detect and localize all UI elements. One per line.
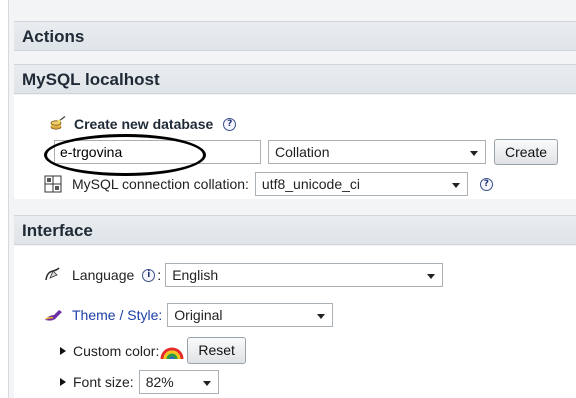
language-select-value: English: [172, 267, 219, 283]
chevron-down-icon: [427, 274, 436, 279]
database-wand-icon: [50, 115, 66, 132]
create-db-row: Create new database ?: [50, 115, 237, 132]
connection-collation-row: MySQL connection collation: utf8_unicode…: [44, 172, 493, 196]
connection-collation-value: utf8_unicode_ci: [261, 176, 360, 192]
help-icon[interactable]: i: [142, 268, 156, 282]
help-icon[interactable]: ?: [479, 177, 493, 191]
create-db-label[interactable]: Create new database: [74, 116, 213, 132]
actions-header: Actions: [14, 21, 576, 51]
font-size-row: Font size: 82%: [60, 370, 219, 394]
theme-row: Theme / Style: Original: [44, 303, 334, 327]
collation-select[interactable]: Collation: [268, 140, 486, 164]
language-label: Language: [72, 267, 135, 283]
mysql-header: MySQL localhost: [14, 64, 576, 94]
chevron-down-icon: [470, 151, 478, 156]
rainbow-icon: [160, 341, 184, 361]
language-select[interactable]: English: [165, 263, 444, 287]
custom-color-label[interactable]: Custom color:: [73, 343, 159, 359]
collation-select-value: Collation: [275, 144, 330, 160]
collation-grid-icon: [44, 175, 62, 193]
font-size-label: Font size:: [73, 374, 134, 390]
highlight-ellipse: [44, 134, 206, 176]
chevron-down-icon: [451, 183, 460, 188]
actions-spacer: [14, 52, 576, 60]
connection-collation-select[interactable]: utf8_unicode_ci: [254, 172, 468, 196]
language-icon: [44, 266, 62, 284]
theme-style-link[interactable]: Theme / Style:: [72, 307, 162, 323]
interface-title: Interface: [22, 221, 93, 240]
interface-header: Interface: [14, 215, 576, 245]
font-size-select-value: 82%: [145, 374, 174, 390]
language-colon: :: [157, 267, 162, 283]
expand-triangle-icon[interactable]: [60, 346, 66, 355]
paint-brush-icon: [44, 307, 64, 323]
expand-triangle-icon[interactable]: [60, 378, 66, 386]
reset-button[interactable]: Reset: [187, 337, 246, 364]
font-size-select[interactable]: 82%: [138, 370, 219, 394]
chevron-down-icon: [202, 381, 211, 386]
custom-color-row: Custom color: Reset: [60, 337, 246, 364]
connection-collation-label: MySQL connection collation:: [72, 176, 249, 192]
theme-select[interactable]: Original: [167, 303, 334, 327]
mysql-title: MySQL localhost: [22, 70, 160, 89]
help-icon[interactable]: ?: [223, 117, 237, 131]
theme-select-value: Original: [174, 307, 223, 323]
language-row: Language i : English: [44, 263, 444, 287]
actions-title: Actions: [22, 27, 85, 46]
create-button[interactable]: Create: [494, 139, 559, 165]
chevron-down-icon: [317, 314, 326, 319]
